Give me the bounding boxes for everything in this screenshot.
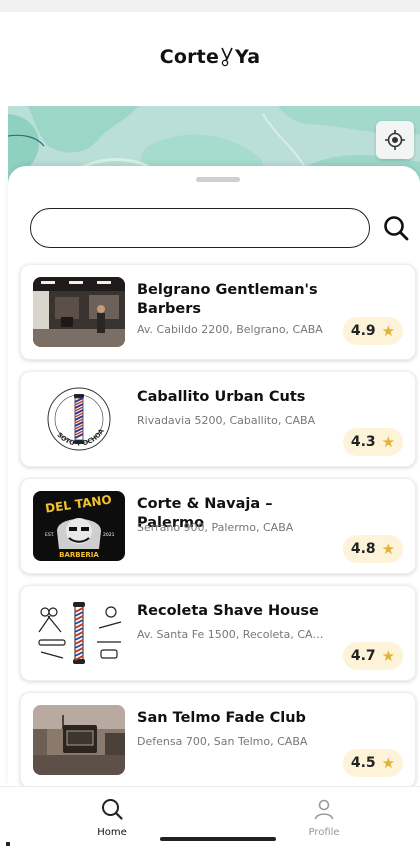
barbershop-name: San Telmo Fade Club [137, 710, 306, 726]
barbershop-list: Belgrano Gentleman's Barbers Av. Cabildo… [20, 264, 416, 786]
sheet-drag-handle[interactable] [196, 177, 240, 182]
thumb-logo-text: EST. [45, 532, 54, 538]
barbershop-photo: DEL TANO BARBERIA EST. 2021 [33, 491, 125, 561]
app-logo: Corte Ya [0, 46, 420, 69]
star-icon: ★ [381, 647, 396, 665]
status-bar [0, 0, 420, 12]
rating-badge: 4.9 ★ [343, 317, 403, 345]
search-icon [102, 799, 123, 820]
locate-me-button[interactable] [376, 121, 414, 159]
barbershop-name: Belgrano Gentleman's Barbers [137, 282, 318, 317]
barbershop-card-palermo[interactable]: DEL TANO BARBERIA EST. 2021 Corte & Nava… [20, 478, 416, 574]
user-icon [314, 799, 334, 820]
rating-value: 4.3 [350, 434, 376, 450]
results-bottom-sheet: Belgrano Gentleman's Barbers Av. Cabildo… [8, 166, 420, 786]
rating-badge: 4.8 ★ [343, 535, 403, 563]
nav-home-label: Home [97, 827, 127, 838]
nav-home[interactable]: Home [72, 797, 152, 838]
star-icon: ★ [381, 433, 396, 451]
rating-value: 4.8 [350, 541, 376, 557]
barbershop-address: Defensa 700, San Telmo, CABA [137, 735, 308, 748]
star-icon: ★ [381, 540, 396, 558]
thumb-logo-text: 2021 [103, 532, 115, 538]
search-button[interactable] [380, 212, 412, 244]
rating-badge: 4.7 ★ [343, 642, 403, 670]
bottom-navigation: Home Profile [0, 786, 420, 851]
barbershop-name: Caballito Urban Cuts [137, 389, 306, 405]
nav-profile[interactable]: Profile [284, 797, 364, 838]
crosshair-icon [385, 130, 405, 150]
barbershop-address: Rivadavia 5200, Caballito, CABA [137, 414, 316, 427]
logo-text-right: Ya [235, 46, 261, 68]
barbershop-card-caballito[interactable]: SOTO Y OCHOA Caballito Urban Cuts Rivada… [20, 371, 416, 467]
search-input[interactable] [30, 208, 370, 248]
barbershop-name: Recoleta Shave House [137, 603, 319, 619]
thumb-logo-text: BARBERIA [59, 551, 99, 559]
rating-badge: 4.5 ★ [343, 749, 403, 777]
corner-mark [6, 842, 10, 846]
barbershop-address: Serrano 900, Palermo, CABA [137, 521, 294, 534]
barbershop-photo [33, 705, 125, 775]
rating-value: 4.9 [350, 323, 376, 339]
rating-badge: 4.3 ★ [343, 428, 403, 456]
rating-value: 4.5 [350, 755, 376, 771]
barbershop-card-san-telmo[interactable]: San Telmo Fade Club Defensa 700, San Tel… [20, 692, 416, 786]
star-icon: ★ [381, 754, 396, 772]
barbershop-card-recoleta[interactable]: Recoleta Shave House Av. Santa Fe 1500, … [20, 585, 416, 681]
home-indicator [160, 837, 276, 841]
barbershop-card-belgrano[interactable]: Belgrano Gentleman's Barbers Av. Cabildo… [20, 264, 416, 360]
barbershop-address: Av. Santa Fe 1500, Recoleta, CABA [137, 628, 327, 641]
logo-text-left: Corte [159, 46, 220, 68]
barbershop-address: Av. Cabildo 2200, Belgrano, CABA [137, 323, 323, 336]
star-icon: ★ [381, 322, 396, 340]
search-icon [384, 216, 409, 241]
barbershop-photo: SOTO Y OCHOA [33, 384, 125, 454]
barbershop-photo [33, 598, 125, 668]
barbershop-photo [33, 277, 125, 347]
nav-profile-label: Profile [308, 827, 340, 838]
rating-value: 4.7 [350, 648, 376, 664]
app-header: Corte Ya [0, 12, 420, 106]
scissors-icon [221, 47, 233, 67]
